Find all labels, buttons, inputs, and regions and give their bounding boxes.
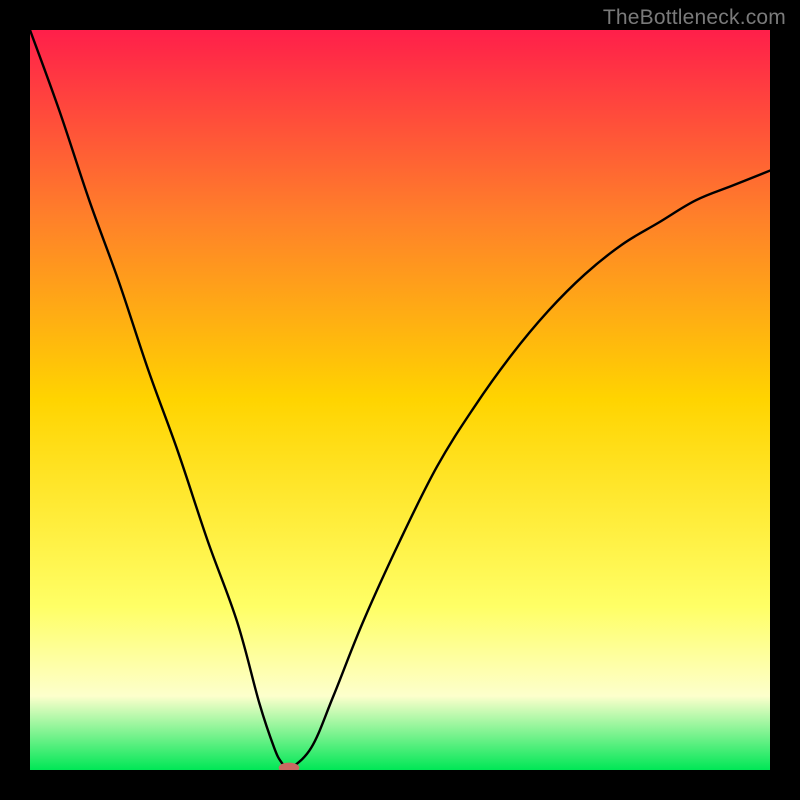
watermark-text: TheBottleneck.com [603, 6, 786, 30]
chart-svg [30, 30, 770, 770]
gradient-background [30, 30, 770, 770]
plot-area [30, 30, 770, 770]
chart-frame: TheBottleneck.com [0, 0, 800, 800]
